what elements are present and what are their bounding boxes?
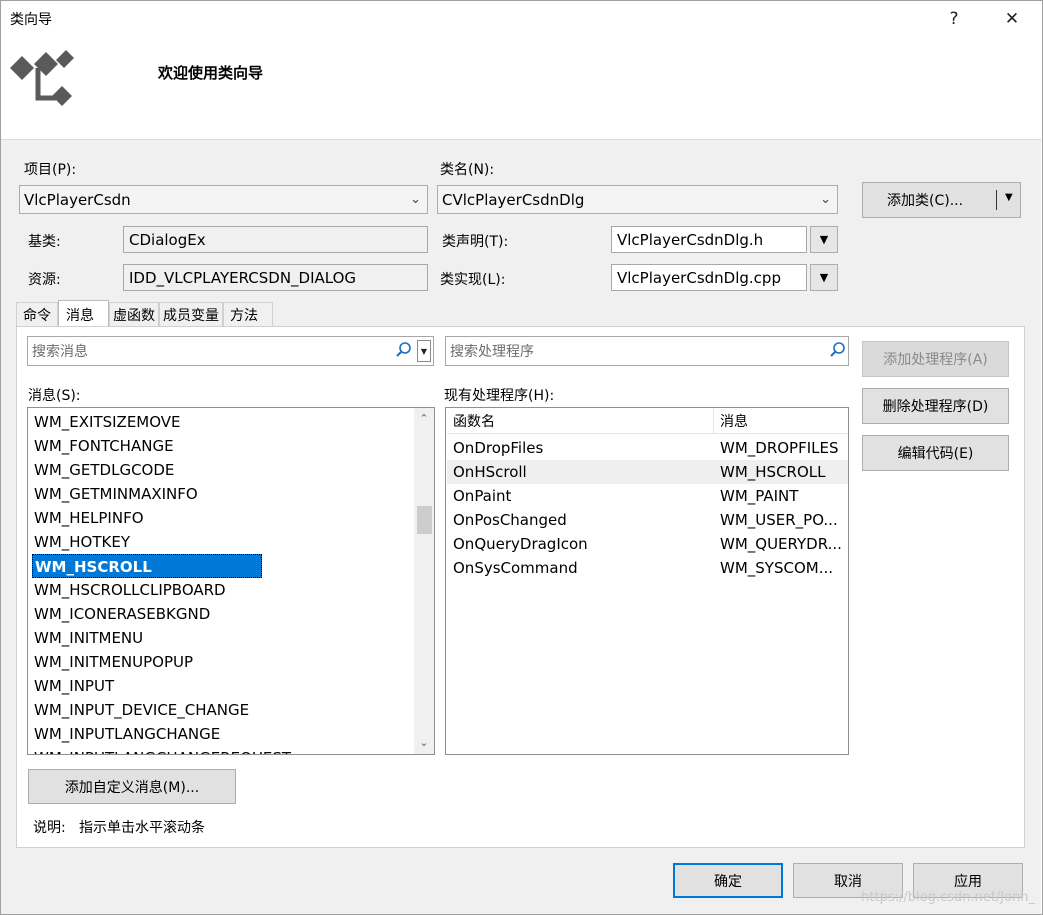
handler-row[interactable]: OnSysCommand WM_SYSCOM...: [447, 556, 848, 580]
tab-messages[interactable]: 消息: [58, 300, 109, 328]
dropdown-arrow-icon[interactable]: ▼: [1005, 192, 1013, 203]
scroll-down-icon[interactable]: ⌄: [414, 734, 434, 752]
tab-methods[interactable]: 方法: [223, 302, 273, 327]
class-decl-label: 类声明(T):: [442, 234, 509, 250]
handler-message-cell: WM_PAINT: [720, 487, 799, 505]
help-button[interactable]: ?: [934, 5, 974, 33]
project-select[interactable]: VlcPlayerCsdn ⌄: [19, 185, 428, 214]
classname-value: CVlcPlayerCsdnDlg: [442, 190, 585, 209]
message-list-item[interactable]: WM_HELPINFO: [28, 506, 434, 530]
message-list-item[interactable]: WM_HSCROLLCLIPBOARD: [28, 578, 434, 602]
search-icon[interactable]: [830, 341, 846, 363]
search-options-dropdown[interactable]: ▼: [417, 340, 431, 362]
column-header-function[interactable]: 函数名: [447, 408, 713, 433]
handler-function-cell: OnSysCommand: [453, 559, 578, 577]
messages-list: WM_EXITSIZEMOVE WM_FONTCHANGE WM_GETDLGCOD…: [28, 408, 434, 754]
delete-handler-button[interactable]: 删除处理程序(D): [862, 388, 1009, 424]
project-label: 项目(P):: [24, 162, 77, 178]
message-list-item[interactable]: WM_EXITSIZEMOVE: [28, 410, 434, 434]
message-list-item[interactable]: WM_ICONERASEBKGND: [28, 602, 434, 626]
search-messages-input[interactable]: 搜索消息 ▼: [27, 336, 434, 366]
tab-strip: 命令 消息 虚函数 成员变量 方法: [16, 300, 273, 328]
chevron-down-icon: ⌄: [410, 192, 421, 207]
search-messages-placeholder: 搜索消息: [32, 344, 88, 360]
classname-select[interactable]: CVlcPlayerCsdnDlg ⌄: [437, 185, 838, 214]
add-class-label: 添加类(C)...: [887, 193, 964, 209]
handler-row[interactable]: OnQueryDragIcon WM_QUERYDR...: [447, 532, 848, 556]
search-icon[interactable]: [396, 341, 412, 363]
project-value: VlcPlayerCsdn: [24, 190, 131, 209]
window-title: 类向导: [10, 12, 52, 28]
chevron-down-icon: ⌄: [820, 192, 831, 207]
dropdown-arrow-icon: ▼: [819, 233, 829, 246]
message-list-item[interactable]: WM_INPUT_DEVICE_CHANGE: [28, 698, 434, 722]
messages-label: 消息(S):: [28, 388, 81, 404]
description-text: 指示单击水平滚动条: [79, 820, 205, 836]
message-list-item[interactable]: WM_INPUTLANGCHANGE: [28, 722, 434, 746]
column-header-message[interactable]: 消息: [713, 408, 847, 433]
handlers-grid[interactable]: 函数名 消息 OnDropFiles WM_DROPFILES OnHScroll W…: [445, 407, 849, 755]
tab-virtual-functions[interactable]: 虚函数: [109, 302, 159, 327]
base-class-field: CDialogEx: [123, 226, 428, 253]
class-decl-field[interactable]: VlcPlayerCsdnDlg.h: [611, 226, 807, 253]
header-title: 欢迎使用类向导: [158, 64, 264, 82]
resource-label: 资源:: [28, 272, 61, 288]
message-list-item[interactable]: WM_INPUT: [28, 674, 434, 698]
handler-function-cell: OnPosChanged: [453, 511, 567, 529]
add-custom-message-button[interactable]: 添加自定义消息(M)...: [28, 769, 236, 804]
messages-listbox[interactable]: WM_EXITSIZEMOVE WM_FONTCHANGE WM_GETDLGCOD…: [27, 407, 435, 755]
search-handlers-placeholder: 搜索处理程序: [450, 344, 534, 360]
messages-scrollbar[interactable]: ⌃ ⌄: [414, 408, 434, 754]
handler-function-cell: OnDropFiles: [453, 439, 544, 457]
handler-row[interactable]: OnDropFiles WM_DROPFILES: [447, 436, 848, 460]
handler-message-cell: WM_DROPFILES: [720, 439, 839, 457]
handler-row[interactable]: OnPosChanged WM_USER_PO...: [447, 508, 848, 532]
watermark-text: https://blog.csdn.net/Jonh_: [861, 890, 1035, 905]
handler-message-cell: WM_HSCROLL: [720, 463, 826, 481]
description-label: 说明:: [33, 820, 66, 836]
handler-function-cell: OnQueryDragIcon: [453, 535, 588, 553]
message-list-item[interactable]: WM_GETDLGCODE: [28, 458, 434, 482]
message-list-item[interactable]: WM_GETMINMAXINFO: [28, 482, 434, 506]
class-impl-label: 类实现(L):: [440, 272, 506, 288]
message-list-item[interactable]: WM_HSCROLL: [32, 554, 262, 578]
edit-code-button[interactable]: 编辑代码(E): [862, 435, 1009, 471]
tab-commands[interactable]: 命令: [16, 302, 58, 327]
ok-button[interactable]: 确定: [673, 863, 783, 898]
classname-label: 类名(N):: [440, 162, 495, 178]
class-decl-dropdown-button[interactable]: ▼: [810, 226, 838, 253]
handler-message-cell: WM_QUERYDR...: [720, 535, 842, 553]
message-list-item[interactable]: WM_FONTCHANGE: [28, 434, 434, 458]
handlers-label: 现有处理程序(H):: [444, 388, 555, 404]
message-list-item[interactable]: WM_INPUTLANGCHANGEREQUEST: [28, 746, 434, 754]
message-list-item[interactable]: WM_INITMENU: [28, 626, 434, 650]
tab-member-variables[interactable]: 成员变量: [159, 302, 223, 327]
message-list-item[interactable]: WM_INITMENUPOPUP: [28, 650, 434, 674]
handler-function-cell: OnHScroll: [453, 463, 527, 481]
class-wizard-icon: [10, 50, 74, 106]
add-handler-button[interactable]: 添加处理程序(A): [862, 341, 1009, 377]
message-list-item[interactable]: WM_HOTKEY: [28, 530, 434, 554]
class-impl-dropdown-button[interactable]: ▼: [810, 264, 838, 291]
scroll-up-icon[interactable]: ⌃: [414, 410, 434, 428]
dropdown-arrow-icon: ▼: [819, 271, 829, 284]
handlers-header-row: 函数名 消息: [447, 408, 848, 434]
handler-message-cell: WM_USER_PO...: [720, 511, 838, 529]
handler-function-cell: OnPaint: [453, 487, 512, 505]
handler-row[interactable]: OnPaint WM_PAINT: [447, 484, 848, 508]
handler-message-cell: WM_SYSCOM...: [720, 559, 834, 577]
class-impl-field[interactable]: VlcPlayerCsdnDlg.cpp: [611, 264, 807, 291]
handlers-rows: OnDropFiles WM_DROPFILES OnHScroll WM_HSCRO…: [447, 434, 848, 580]
close-button[interactable]: ✕: [992, 5, 1032, 33]
handler-row[interactable]: OnHScroll WM_HSCROLL: [447, 460, 848, 484]
base-class-label: 基类:: [28, 234, 61, 250]
resource-field: IDD_VLCPLAYERCSDN_DIALOG: [123, 264, 428, 291]
scrollbar-thumb[interactable]: [417, 506, 432, 534]
split-divider: [996, 190, 997, 210]
add-class-button[interactable]: 添加类(C)... ▼: [862, 182, 1021, 218]
search-handlers-input[interactable]: 搜索处理程序: [445, 336, 849, 366]
